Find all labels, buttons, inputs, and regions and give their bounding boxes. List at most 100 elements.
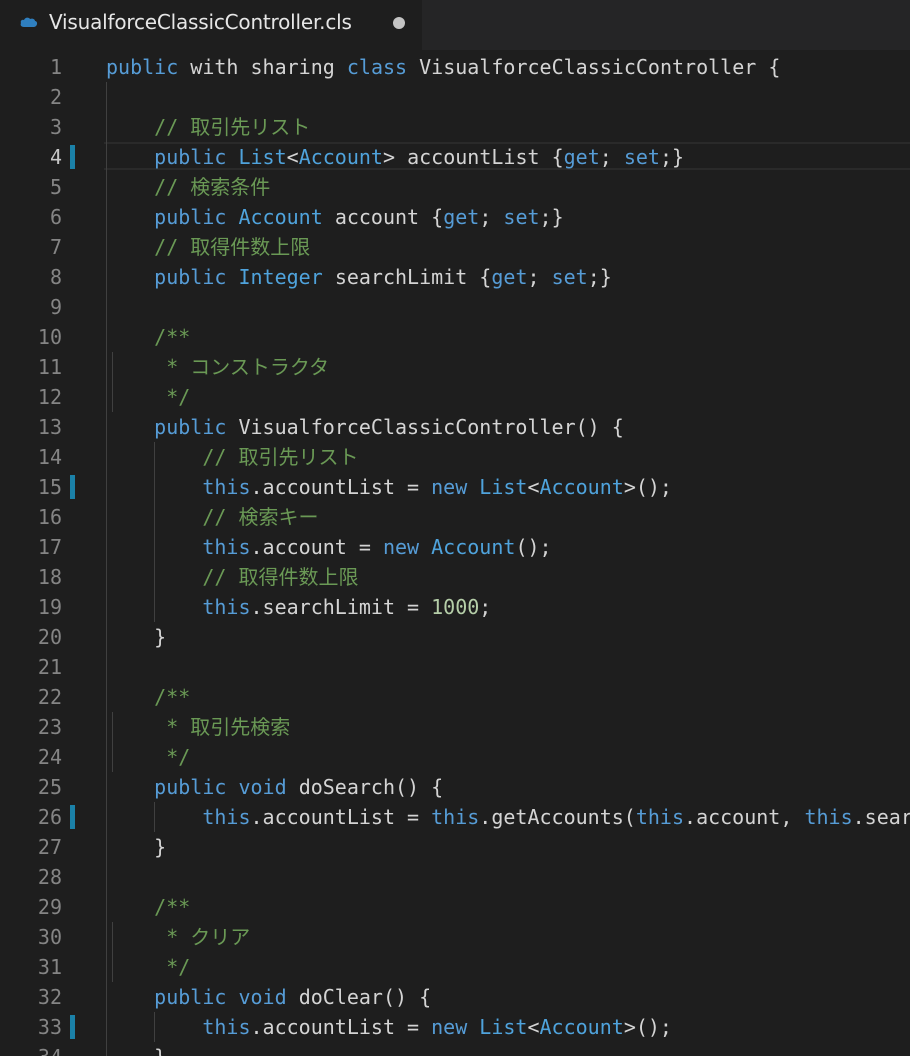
- line-number: 31: [37, 955, 62, 979]
- line-number: 8: [49, 265, 62, 289]
- unsaved-changes-dot-icon[interactable]: [393, 17, 405, 29]
- code-text: }: [106, 625, 167, 649]
- line-number: 10: [37, 325, 62, 349]
- code-line[interactable]: 23 * 取引先検索: [0, 712, 910, 742]
- line-number: 22: [37, 685, 62, 709]
- line-number: 33: [37, 1015, 62, 1039]
- code-text: * 取引先検索: [106, 715, 291, 739]
- line-number: 27: [37, 835, 62, 859]
- code-text: /**: [106, 895, 191, 919]
- code-line[interactable]: 12 */: [0, 382, 910, 412]
- indent-guide: [106, 82, 107, 1056]
- code-line[interactable]: 5 // 検索条件: [0, 172, 910, 202]
- code-line[interactable]: 15 this.accountList = new List<Account>(…: [0, 472, 910, 502]
- code-text: public Integer searchLimit {get; set;}: [154, 265, 612, 289]
- code-text: */: [106, 745, 191, 769]
- code-line[interactable]: 31 */: [0, 952, 910, 982]
- code-line[interactable]: 24 */: [0, 742, 910, 772]
- code-text: public void doClear() {: [154, 985, 432, 1009]
- code-line[interactable]: 9: [0, 292, 910, 322]
- code-line[interactable]: 4 public List<Account> accountList {get;…: [0, 142, 910, 172]
- line-number: 1: [49, 55, 62, 79]
- code-line[interactable]: 28: [0, 862, 910, 892]
- code-text: /**: [106, 685, 191, 709]
- salesforce-cloud-icon: [20, 17, 38, 27]
- code-text: /**: [106, 325, 191, 349]
- line-number: 30: [37, 925, 62, 949]
- code-line[interactable]: 18 // 取得件数上限: [0, 562, 910, 592]
- code-line[interactable]: 30 * クリア: [0, 922, 910, 952]
- code-line[interactable]: 17 this.account = new Account();: [0, 532, 910, 562]
- code-text: this.account = new Account();: [202, 535, 552, 559]
- line-number: 14: [37, 445, 62, 469]
- code-text: // 検索キー: [106, 505, 319, 529]
- line-number: 29: [37, 895, 62, 919]
- code-text: // 取引先リスト: [106, 445, 359, 469]
- code-text: this.searchLimit = 1000;: [202, 595, 492, 619]
- code-line[interactable]: 26 this.accountList = this.getAccounts(t…: [0, 802, 910, 832]
- code-line[interactable]: 25 public void doSearch() {: [0, 772, 910, 802]
- line-number: 32: [37, 985, 62, 1009]
- line-number: 17: [37, 535, 62, 559]
- code-text: this.accountList = new List<Account>();: [202, 1015, 672, 1039]
- line-number: 13: [37, 415, 62, 439]
- code-text: // 取得件数上限: [106, 235, 311, 259]
- line-number: 2: [49, 85, 62, 109]
- code-line[interactable]: 34 }: [0, 1042, 910, 1056]
- line-number: 28: [37, 865, 62, 889]
- line-number: 21: [37, 655, 62, 679]
- line-number: 12: [37, 385, 62, 409]
- indent-guide: [154, 802, 156, 832]
- code-text: this.accountList = this.getAccounts(this…: [202, 805, 910, 829]
- line-number: 11: [37, 355, 62, 379]
- git-change-marker[interactable]: [70, 1015, 75, 1039]
- line-number: 20: [37, 625, 62, 649]
- code-line[interactable]: 32 public void doClear() {: [0, 982, 910, 1012]
- code-line[interactable]: 10 /**: [0, 322, 910, 352]
- code-line[interactable]: 19 this.searchLimit = 1000;: [0, 592, 910, 622]
- code-line[interactable]: 14 // 取引先リスト: [0, 442, 910, 472]
- code-line[interactable]: 8 public Integer searchLimit {get; set;}: [0, 262, 910, 292]
- line-number: 23: [37, 715, 62, 739]
- code-line[interactable]: 16 // 検索キー: [0, 502, 910, 532]
- code-line[interactable]: 1 public with sharing class VisualforceCl…: [0, 52, 910, 82]
- line-number: 9: [49, 295, 62, 319]
- indent-guide: [154, 442, 156, 622]
- code-text: }: [106, 1045, 166, 1056]
- code-text: */: [106, 385, 191, 409]
- code-line[interactable]: 7 // 取得件数上限: [0, 232, 910, 262]
- code-line[interactable]: 6 public Account account {get; set;}: [0, 202, 910, 232]
- code-line[interactable]: 3 // 取引先リスト: [0, 112, 910, 142]
- code-line[interactable]: 33 this.accountList = new List<Account>(…: [0, 1012, 910, 1042]
- code-line[interactable]: 2: [0, 82, 910, 112]
- git-change-marker[interactable]: [70, 805, 75, 829]
- code-line[interactable]: 29 /**: [0, 892, 910, 922]
- code-line[interactable]: 11 * コンストラクタ: [0, 352, 910, 382]
- code-line[interactable]: 22 /**: [0, 682, 910, 712]
- line-number: 26: [37, 805, 62, 829]
- code-line[interactable]: 21: [0, 652, 910, 682]
- indent-guide: [112, 922, 114, 982]
- indent-guide: [154, 1012, 156, 1042]
- code-editor[interactable]: 1 public with sharing class VisualforceCl…: [0, 52, 910, 1056]
- line-number: 19: [37, 595, 62, 619]
- line-number: 18: [37, 565, 62, 589]
- line-number: 15: [37, 475, 62, 499]
- line-number: 24: [37, 745, 62, 769]
- tab-bar: VisualforceClassicController.cls: [0, 0, 910, 50]
- code-text: public Account account {get; set;}: [154, 205, 564, 229]
- code-text: public void doSearch() {: [154, 775, 444, 799]
- code-line[interactable]: 27 }: [0, 832, 910, 862]
- line-number: 6: [49, 205, 62, 229]
- code-line[interactable]: 13 public VisualforceClassicController()…: [0, 412, 910, 442]
- code-text: * クリア: [106, 925, 251, 949]
- git-change-marker[interactable]: [70, 145, 75, 169]
- line-number: 3: [49, 115, 62, 139]
- indent-guide: [112, 352, 114, 412]
- git-change-marker[interactable]: [70, 475, 75, 499]
- editor-tab[interactable]: VisualforceClassicController.cls: [0, 0, 422, 50]
- code-text: public VisualforceClassicController() {: [154, 415, 624, 439]
- code-line[interactable]: 20 }: [0, 622, 910, 652]
- code-text: public with sharing class VisualforceCla…: [106, 55, 781, 79]
- code-text: // 取引先リスト: [106, 115, 311, 139]
